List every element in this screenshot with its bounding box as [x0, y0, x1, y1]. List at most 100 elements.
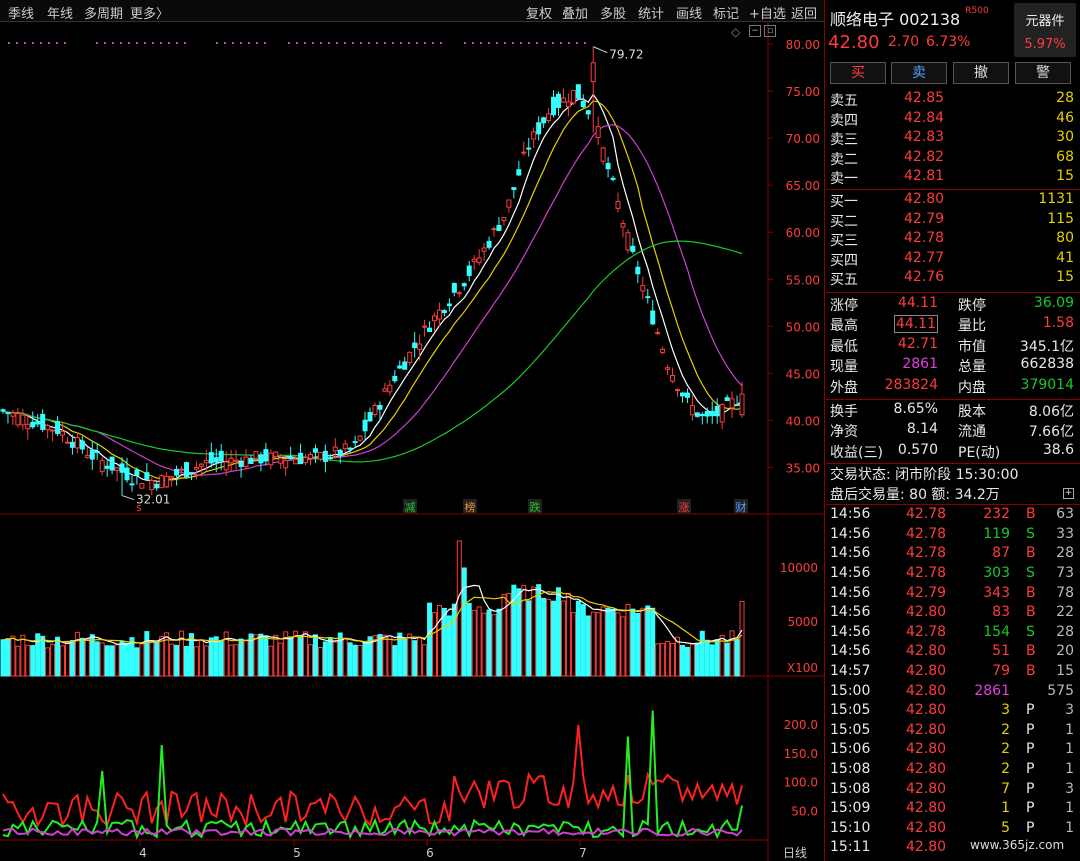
add-watchlist-button[interactable]: +自选: [749, 3, 786, 22]
candle-body: [536, 122, 542, 135]
stat-label: 最高: [830, 318, 858, 335]
volume-bar: [303, 631, 309, 677]
volume-bar: [600, 606, 606, 677]
overlay-button[interactable]: 叠加: [562, 3, 588, 22]
stat-label: 量比: [958, 318, 986, 335]
candle-body: [511, 187, 517, 190]
candle-body: [273, 451, 279, 458]
signal-dot: [40, 42, 42, 44]
sector-box[interactable]: 元器件 5.97%: [1014, 3, 1076, 57]
signal-dot: [520, 42, 522, 44]
volume-bar: [55, 636, 61, 677]
candle-body: [506, 199, 512, 208]
volume-bar: [679, 644, 685, 677]
tick-volume: 83: [992, 604, 1010, 621]
candle-body: [25, 423, 31, 430]
candle-body: [739, 393, 745, 416]
alert-button[interactable]: 警: [1015, 62, 1071, 84]
mark-button[interactable]: 标记: [713, 3, 739, 22]
tick-time: 14:56: [830, 643, 871, 660]
multi-stock-button[interactable]: 多股: [600, 3, 626, 22]
tick-side: B: [1026, 643, 1036, 660]
stat-label: 收益(三): [830, 444, 883, 461]
stat-value: 42.71: [897, 335, 938, 352]
r500-badge: R500: [965, 6, 989, 16]
buy-button[interactable]: 买: [830, 62, 886, 84]
candle-body: [352, 441, 358, 444]
tick-volume: 51: [992, 643, 1010, 660]
signal-dot: [128, 42, 130, 44]
volume-bar: [461, 567, 467, 677]
volume-bar: [50, 643, 56, 677]
stat-label: 现量: [830, 359, 858, 376]
stat-label: 流通: [958, 424, 986, 441]
signal-dot: [48, 42, 50, 44]
ask-row: 卖二 42.82 68: [826, 149, 1080, 169]
volume-bar: [486, 609, 492, 677]
sell-button[interactable]: 卖: [891, 62, 947, 84]
candle-body: [635, 266, 641, 275]
volume-axis-label: 10000: [780, 561, 818, 575]
volume-unit: X100: [787, 661, 818, 675]
candle-body: [466, 265, 472, 276]
volume-bar: [521, 584, 527, 677]
expand-icon[interactable]: ▫: [764, 25, 776, 37]
tick-side: B: [1026, 545, 1036, 562]
period-label[interactable]: 日线: [783, 846, 807, 860]
candle-body: [595, 126, 601, 138]
collapse-icon[interactable]: ◇: [731, 25, 740, 39]
low-pointer: [121, 495, 135, 501]
candle-body: [546, 113, 552, 122]
candle-body: [451, 282, 457, 293]
tab-more[interactable]: 更多〉: [130, 3, 169, 22]
tick-row: 14:56 42.78 154 S 28: [826, 624, 1080, 644]
tab-multi-period[interactable]: 多周期: [84, 3, 123, 22]
signal-dot: [64, 42, 66, 44]
candle-body: [531, 131, 537, 140]
signal-dot: [256, 42, 258, 44]
candle-body: [615, 201, 621, 209]
tick-price: 42.80: [906, 800, 947, 817]
volume-bar: [476, 606, 482, 677]
tab-yearly[interactable]: 年线: [47, 3, 73, 22]
tick-price: 42.78: [906, 565, 947, 581]
candle-body: [709, 411, 715, 417]
candle-body: [387, 384, 393, 393]
signal-dot: [400, 42, 402, 44]
statistics-button[interactable]: 统计: [638, 3, 664, 22]
candle-body: [149, 479, 155, 491]
volume-bar: [729, 630, 735, 677]
tick-time: 15:06: [830, 741, 871, 758]
minus-icon[interactable]: −: [749, 25, 761, 37]
stat-row: 外盘 283824 内盘 379014: [826, 377, 1080, 397]
back-button[interactable]: 返回: [791, 3, 817, 22]
status-row: 交易状态: 闭市阶段 15:30:00: [826, 464, 1080, 484]
candle-body: [645, 296, 651, 299]
price-axis-label: 50.00: [786, 320, 820, 334]
candle-body: [45, 424, 51, 431]
candle-body: [144, 472, 150, 480]
signal-dot: [376, 42, 378, 44]
draw-button[interactable]: 画线: [676, 3, 702, 22]
stock-title: 顺络电子 002138 R500: [830, 6, 989, 30]
stock-name: 顺络电子: [830, 10, 895, 29]
tick-row: 14:56 42.79 343 B 78: [826, 585, 1080, 605]
candle-body: [580, 100, 586, 108]
ask-row: 卖三 42.83 30: [826, 129, 1080, 149]
volume-bar: [555, 587, 561, 677]
ask-volume: 28: [1056, 90, 1074, 106]
candle-body: [446, 303, 452, 307]
tab-quarterly[interactable]: 季线: [8, 3, 34, 22]
signal-dot: [296, 42, 298, 44]
signal-dot: [112, 42, 114, 44]
expand-icon[interactable]: +: [1063, 488, 1074, 500]
adjust-button[interactable]: 复权: [526, 3, 552, 22]
volume-bar: [441, 607, 447, 677]
candle-body: [427, 327, 433, 332]
cancel-order-button[interactable]: 撤: [953, 62, 1009, 84]
candle-body: [486, 240, 492, 248]
signal-dot: [216, 42, 218, 44]
sector-name: 元器件: [1025, 14, 1065, 29]
kline-chart[interactable]: 80.00 75.00 70.00 65.00 60.00 55.00 50.00 45.00…: [0, 22, 824, 861]
volume-bar: [739, 600, 745, 677]
